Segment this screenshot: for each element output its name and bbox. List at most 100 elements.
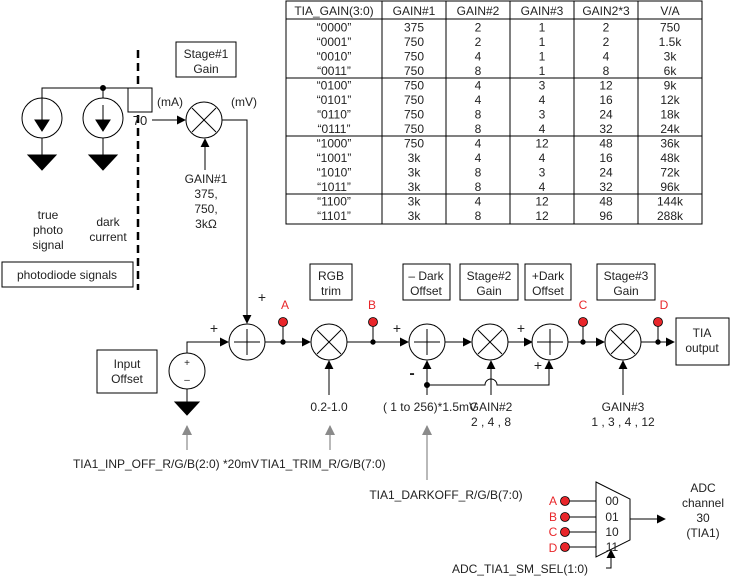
- darkoff-register: TIA1_DARKOFF_R/G/B(7:0): [369, 488, 522, 502]
- sub-summer-plus: +: [393, 320, 401, 336]
- stage1-title-line1: Stage#1: [184, 47, 229, 61]
- test-point-a-label: A: [281, 298, 289, 312]
- gain-table-cell: 4: [475, 93, 482, 107]
- gain1-value-2: 750,: [194, 202, 217, 216]
- gain-table-cell: 8: [603, 64, 610, 78]
- mux-input-a[interactable]: [560, 496, 570, 506]
- gain-table-cell: 1: [539, 21, 546, 35]
- gain-table-cell: “0100”: [317, 79, 352, 93]
- gain-table-cell: 3: [539, 166, 546, 180]
- mux-inputs: [560, 496, 570, 552]
- ground-icon: [87, 154, 119, 171]
- mux-label-c: C: [549, 525, 558, 539]
- mux-code-11: 11: [606, 540, 619, 554]
- gain-table-cell: 750: [404, 108, 424, 122]
- unit-ma: (mA): [157, 95, 183, 109]
- gain-table-cell: 4: [475, 195, 482, 209]
- gain-table-cell: 750: [404, 64, 424, 78]
- stage3-title-1: Stage#3: [604, 269, 649, 283]
- sub-summer-minus: -: [409, 365, 414, 382]
- gain-table-cell: 9k: [664, 79, 678, 93]
- gain-table-header: TIA_GAIN(3:0): [294, 4, 373, 18]
- sub-dark-title-2: Offset: [410, 284, 442, 298]
- gain-table-cell: “1100”: [317, 195, 351, 209]
- adc-output-3: 30: [696, 511, 710, 525]
- gain-table-cell: 750: [404, 122, 424, 136]
- gain-table-cell: 24: [599, 108, 613, 122]
- gain-table-cell: 3k: [664, 50, 678, 64]
- mux-label-b: B: [549, 510, 557, 524]
- gain-table-cell: 4: [539, 180, 546, 194]
- gain-table-cell: 72k: [660, 166, 680, 180]
- gain-table-header: V/A: [660, 4, 679, 18]
- gain-table-cell: 1.5k: [659, 35, 683, 49]
- stage2-title-2: Gain: [476, 284, 501, 298]
- test-point-b[interactable]: [368, 317, 378, 327]
- gain-table-cell: 750: [404, 137, 424, 151]
- offset-plus: +: [184, 358, 190, 369]
- tia-output-title-2: output: [685, 341, 719, 355]
- true-photo-signal-source: [21, 97, 63, 171]
- gain-table-cell: 8: [475, 166, 482, 180]
- stage2-title-1: Stage#2: [467, 269, 512, 283]
- adc-output-1: ADC: [690, 481, 716, 495]
- dark-current-label-1: dark: [96, 215, 120, 229]
- test-point-c[interactable]: [578, 317, 588, 327]
- add-summer-plus-left: +: [517, 320, 525, 336]
- test-point-b-label: B: [368, 298, 376, 312]
- gain-table-cell: “0011”: [317, 64, 351, 78]
- test-point-c-label: C: [579, 298, 588, 312]
- gain-table-cell: 1: [539, 35, 546, 49]
- gain-table-cell: 12: [535, 209, 549, 223]
- photodiode-signals-label: photodiode signals: [17, 268, 117, 282]
- stage3-multiplier: [604, 323, 642, 361]
- offset-minus: –: [184, 375, 190, 386]
- gain-table-cell: “1001”: [317, 151, 352, 165]
- true-photo-label-1: true: [38, 208, 59, 222]
- mux-input-b[interactable]: [560, 512, 570, 522]
- mux-input-c[interactable]: [560, 527, 570, 537]
- add-dark-title-1: +Dark: [532, 269, 565, 283]
- mux-code-00: 00: [605, 494, 619, 508]
- gain-table-cell: 24k: [660, 122, 680, 136]
- input-offset-title-1: Input: [114, 357, 141, 371]
- gain-table-cell: 18k: [660, 108, 680, 122]
- mux-label-a: A: [549, 494, 557, 508]
- adc-output-2: channel: [682, 496, 724, 510]
- gain-table-cell: 750: [660, 21, 680, 35]
- gain-table-cell: “0001”: [317, 35, 352, 49]
- mux-code-10: 10: [605, 525, 619, 539]
- mux-input-d[interactable]: [560, 542, 570, 552]
- gain-table-cell: 8: [475, 180, 482, 194]
- test-point-d[interactable]: [653, 317, 663, 327]
- test-point-a[interactable]: [278, 317, 288, 327]
- gain-table-cell: “0101”: [317, 93, 352, 107]
- gain-table-header: GAIN#2: [457, 4, 500, 18]
- gain-table-cell: 8: [475, 209, 482, 223]
- gain-table-cell: 3k: [408, 209, 422, 223]
- gain-table-cell: 48: [599, 137, 613, 151]
- gain-table-cell: 24: [599, 166, 613, 180]
- mux-select-register: ADC_TIA1_SM_SEL(1:0): [452, 562, 588, 576]
- gain-table-cell: 2: [603, 35, 610, 49]
- stage1-title-line2: Gain: [193, 62, 218, 76]
- dark-offset-range: ( 1 to 256)*1.5mV: [383, 400, 477, 414]
- input-summer: [228, 323, 266, 361]
- gain3-label: GAIN#3: [602, 400, 645, 414]
- gain-table-cell: 3k: [408, 180, 422, 194]
- gain-table-cell: 4: [539, 151, 546, 165]
- gain-table-cell: 144k: [657, 195, 684, 209]
- gain-table-cell: 750: [404, 35, 424, 49]
- gain-table-cell: 4: [603, 50, 610, 64]
- gain2-values: 2 , 4 , 8: [471, 415, 511, 429]
- add-dark-title-2: Offset: [532, 284, 564, 298]
- inp-off-register: TIA1_INP_OFF_R/G/B(2:0) *20mV: [73, 457, 259, 471]
- gain-table-cell: 2: [475, 35, 482, 49]
- gain-table-cell: 288k: [657, 209, 684, 223]
- gain-table-cell: 2: [475, 21, 482, 35]
- gain1-value-3: 3kΩ: [195, 217, 217, 231]
- rgb-trim-title-2: trim: [321, 284, 341, 298]
- gain-table-cell: “1010”: [317, 166, 352, 180]
- gain-table-cell: 4: [475, 137, 482, 151]
- gain-table-cell: 48: [599, 195, 613, 209]
